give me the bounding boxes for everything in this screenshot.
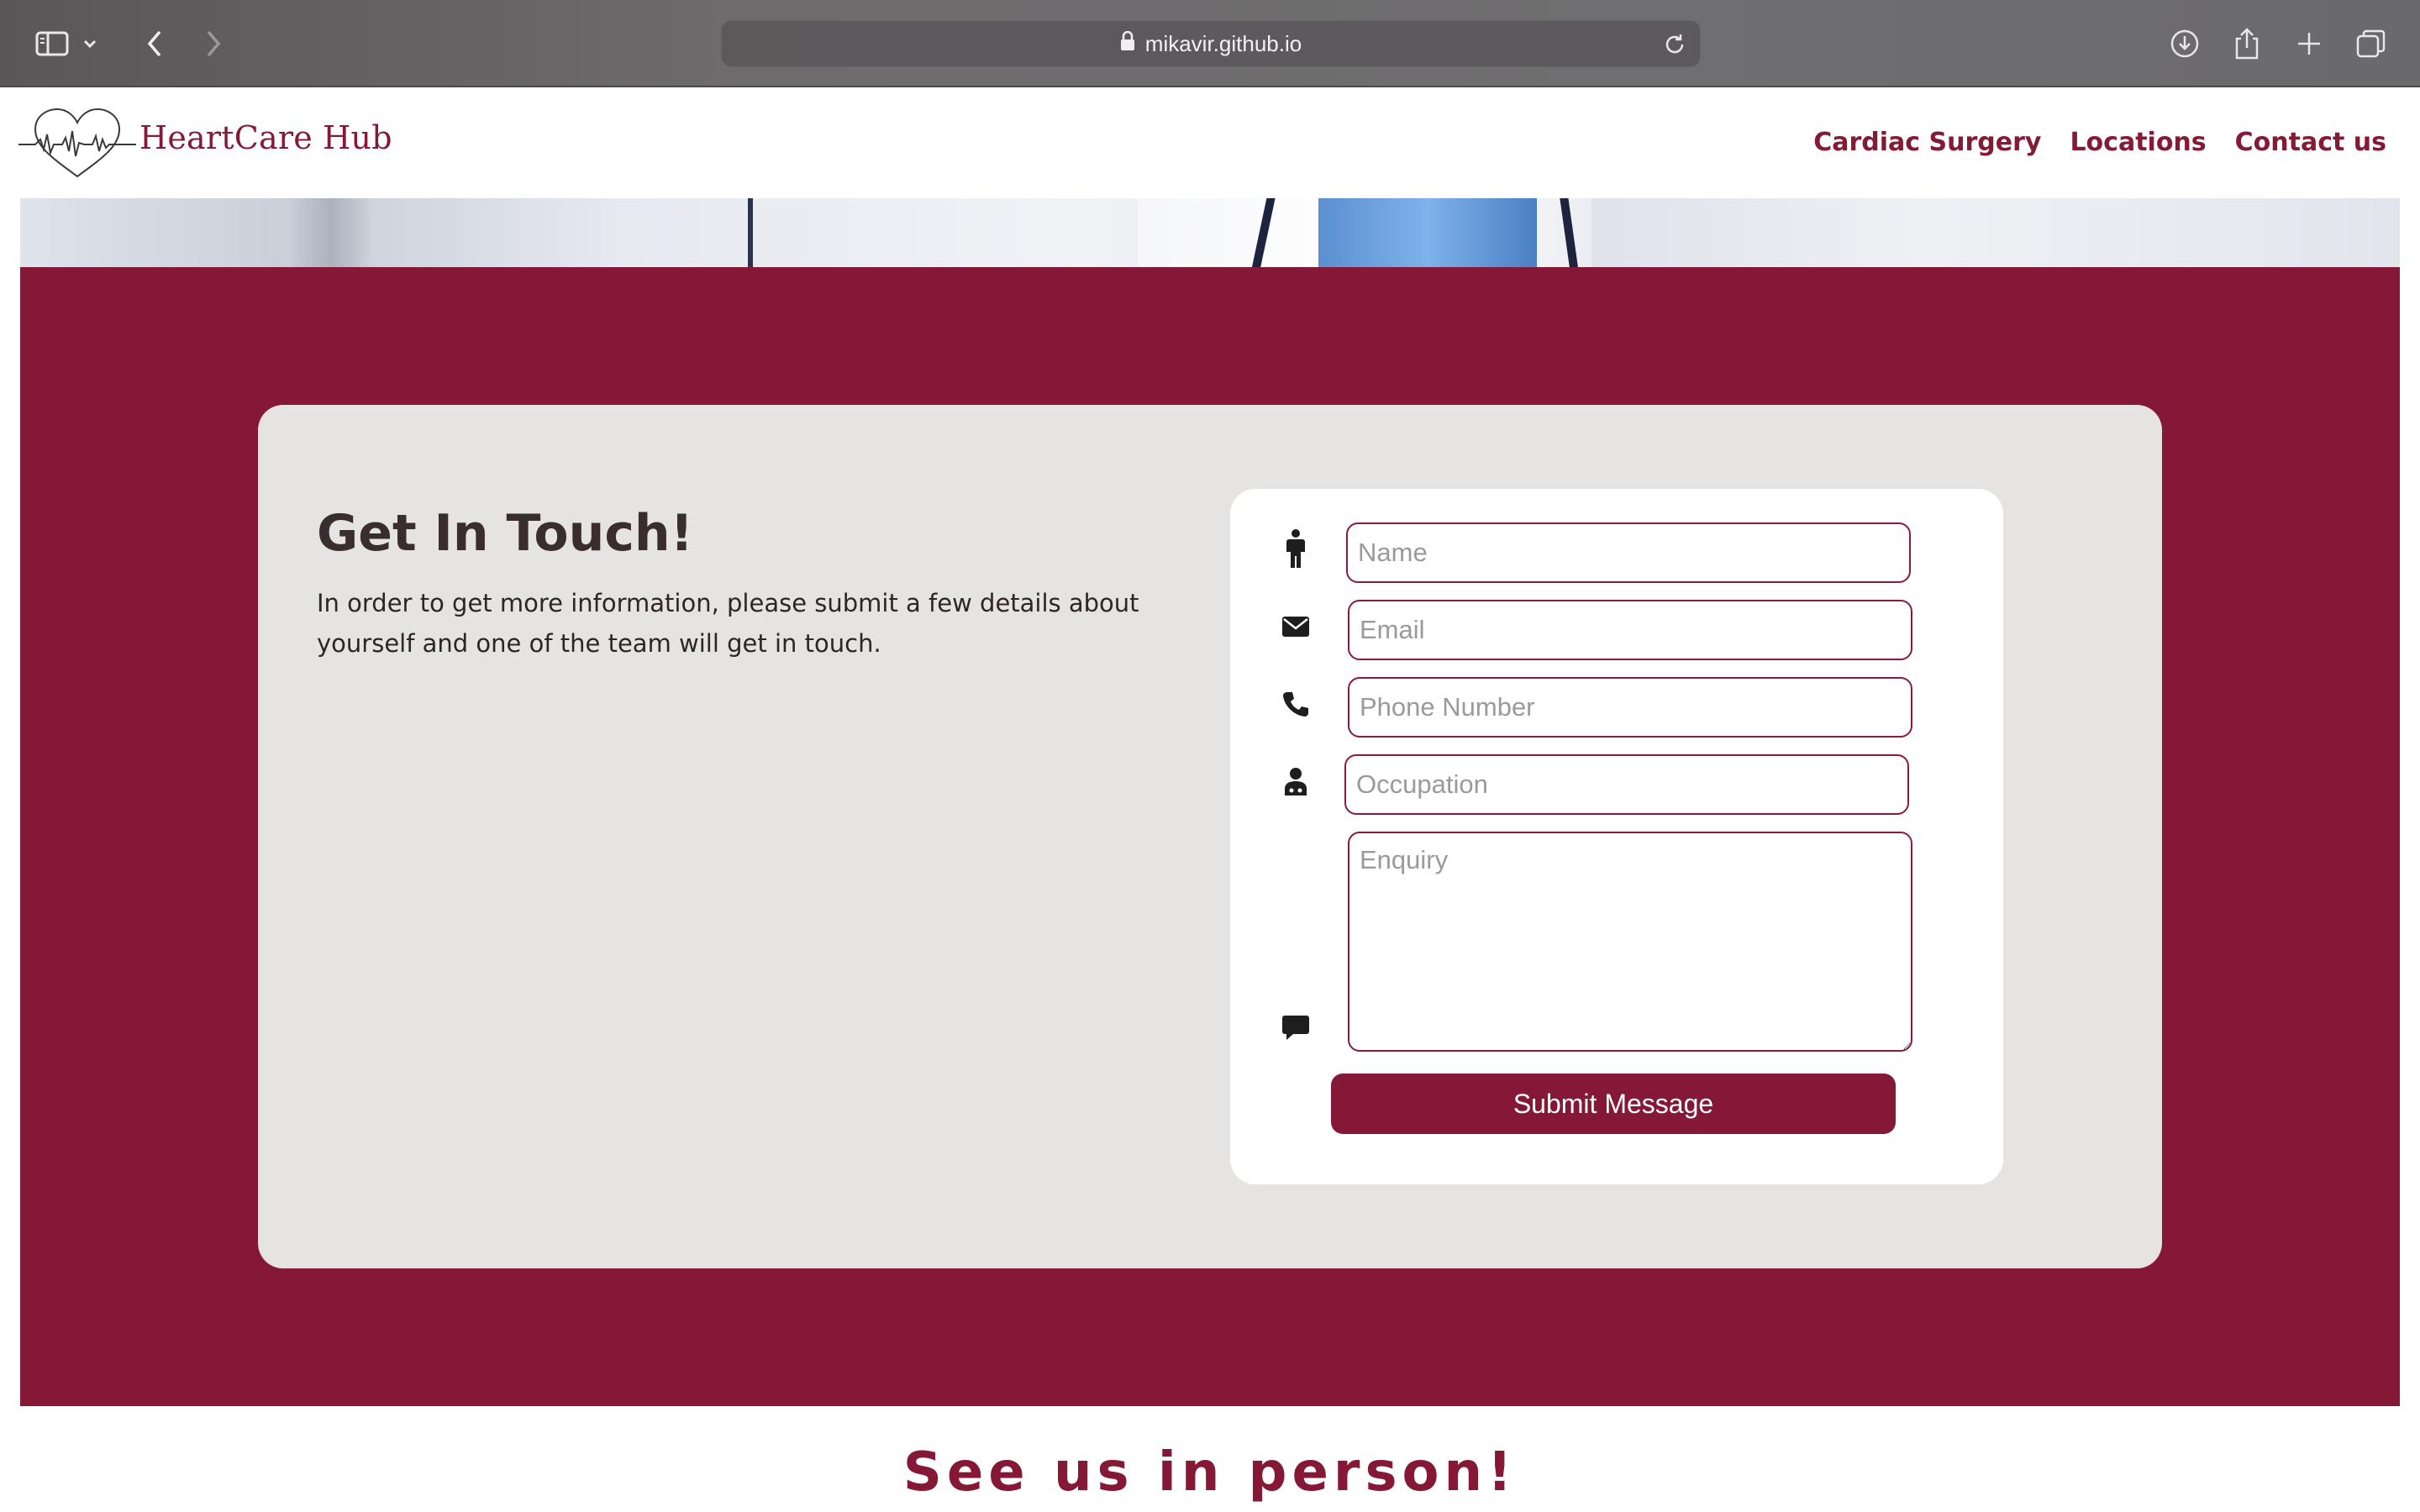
person-icon [1277, 529, 1314, 568]
doctor-icon [1277, 763, 1314, 800]
nav-cardiac-surgery[interactable]: Cardiac Surgery [1813, 128, 2041, 157]
url-text: mikavir.github.io [1144, 30, 1302, 56]
nav-locations[interactable]: Locations [2070, 128, 2206, 157]
envelope-icon [1277, 608, 1314, 645]
phone-input[interactable] [1348, 677, 1912, 738]
comment-icon [1277, 1010, 1314, 1047]
share-icon[interactable] [2225, 22, 2269, 66]
brand-name[interactable]: HeartCare Hub [139, 119, 392, 156]
contact-description: In order to get more information, please… [317, 589, 1139, 658]
main-nav: Cardiac Surgery Locations Contact us [1813, 128, 2386, 157]
sidebar-icon[interactable] [30, 22, 74, 66]
reload-icon[interactable] [1663, 33, 1686, 62]
submit-message-button[interactable]: Submit Message [1331, 1074, 1896, 1134]
occupation-input[interactable] [1344, 754, 1909, 815]
enquiry-textarea[interactable] [1348, 832, 1912, 1052]
chevron-down-icon[interactable] [77, 22, 103, 66]
contact-section: Get In Touch! In order to get more infor… [20, 267, 2400, 1406]
address-bar[interactable]: mikavir.github.io [721, 20, 1701, 67]
email-input[interactable] [1348, 600, 1912, 660]
browser-toolbar: mikavir.github.io [0, 0, 2420, 87]
back-icon[interactable] [133, 22, 176, 66]
forward-icon[interactable] [192, 22, 235, 66]
contact-title: Get In Touch! [317, 504, 693, 563]
phone-icon [1277, 685, 1314, 722]
heart-logo-icon[interactable] [18, 106, 136, 181]
lock-icon [1120, 30, 1135, 57]
download-icon[interactable] [2163, 22, 2207, 66]
see-us-heading: See us in person! [902, 1441, 1518, 1504]
contact-form: Submit Message [1230, 489, 2003, 1184]
contact-card: Get In Touch! In order to get more infor… [258, 405, 2162, 1268]
name-input[interactable] [1346, 522, 1911, 583]
tabs-overview-icon[interactable] [2349, 22, 2393, 66]
new-tab-icon[interactable] [2287, 22, 2331, 66]
site-header: HeartCare Hub Cardiac Surgery Locations … [0, 89, 2420, 198]
hero-image [20, 198, 2400, 267]
nav-contact-us[interactable]: Contact us [2235, 128, 2386, 157]
